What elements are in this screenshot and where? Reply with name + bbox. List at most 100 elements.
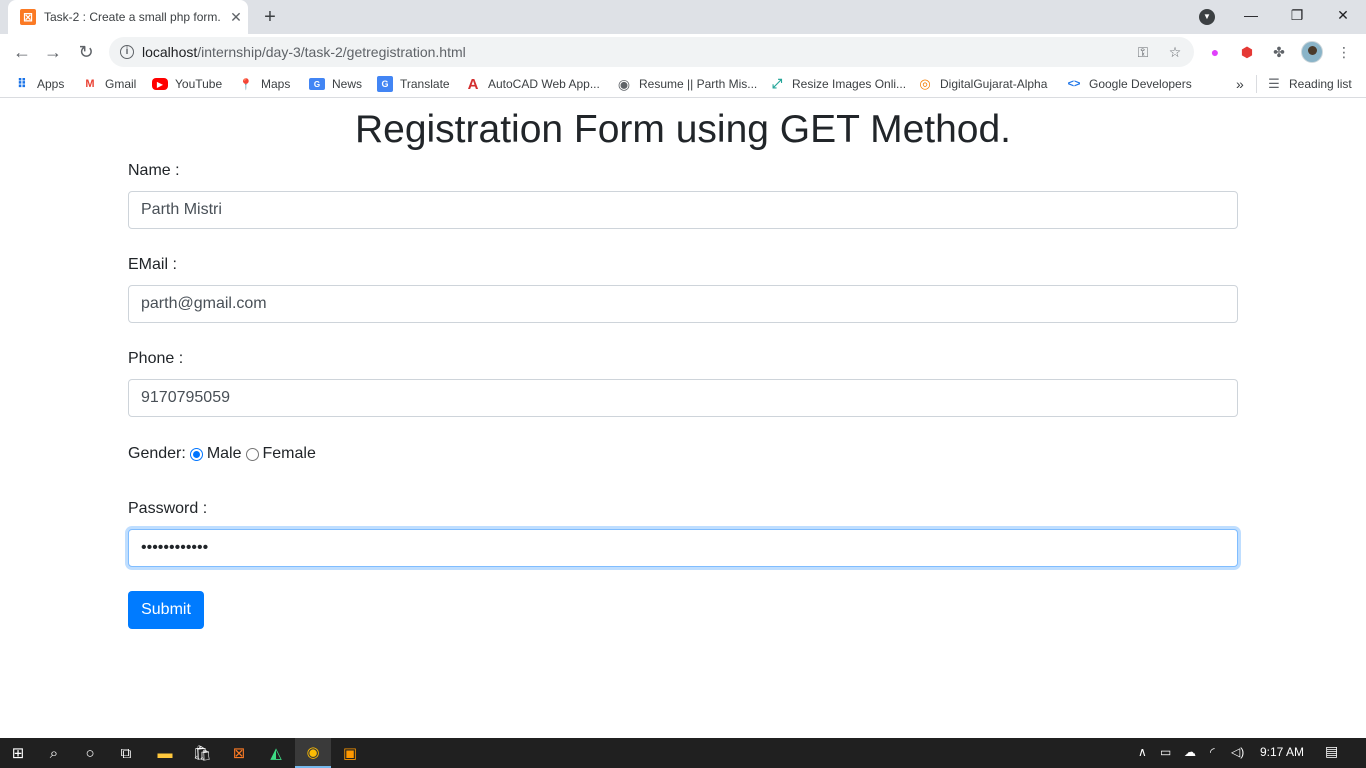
bookmark-google-developers[interactable]: <> Google Developers [1066,75,1192,93]
cortana-icon[interactable]: ○ [72,738,108,768]
avatar[interactable] [1301,41,1323,63]
xampp-taskbar-icon[interactable]: ⊠ [221,738,257,768]
new-tab-button[interactable]: + [259,6,281,28]
reload-icon[interactable]: ↻ [74,40,98,64]
gender-male-radio[interactable] [189,447,203,461]
key-icon[interactable]: ⚿ [1134,43,1152,61]
autocad-icon: A [467,75,479,93]
address-bar[interactable]: i localhost/internship/day-3/task-2/getr… [109,37,1194,67]
restore-icon[interactable]: ❐ [1274,0,1320,30]
name-label: Name : [128,162,180,179]
browser-tab[interactable]: ⊠ Task-2 : Create a small php form. ✕ [8,0,248,34]
bookmarks-bar: ⠿ Apps M Gmail ▶ YouTube 📍 Maps G News G… [0,70,1366,98]
reading-list-button[interactable]: ☰ Reading list [1266,75,1352,93]
email-field[interactable]: parth@gmail.com [128,285,1238,323]
bookmarks-divider [1256,75,1257,93]
reading-list-icon: ☰ [1268,76,1280,91]
gender-group: Gender: Male Female [128,444,316,464]
email-label: EMail : [128,256,177,273]
bookmark-news[interactable]: G News [309,75,362,93]
password-field[interactable]: •••••••••••• [128,529,1238,567]
windows-start-icon[interactable]: ⊞ [0,738,36,768]
task-view-icon[interactable]: ⧉ [108,738,144,768]
bookmark-translate[interactable]: G Translate [377,75,450,93]
minimize-icon[interactable]: — [1228,0,1274,30]
bookmark-label: Gmail [105,77,137,91]
color-wheel-extension-icon[interactable]: ● [1205,42,1225,62]
back-icon[interactable]: ← [10,40,34,64]
info-icon[interactable]: i [120,45,134,59]
bookmark-label: Resume || Parth Mis... [639,77,758,91]
gender-label: Gender: [128,445,186,462]
bookmark-resume[interactable]: ◉ Resume || Parth Mis... [616,75,757,93]
xampp-icon: ⊠ [20,9,36,25]
store-icon[interactable]: 🛍 [184,738,220,768]
chrome-taskbar-icon[interactable]: ◉ [295,738,331,768]
gender-female-label: Female [262,445,316,462]
bookmark-label: Maps [261,77,291,91]
windows-taskbar: ⊞ ⌕ ○ ⧉ ▬ 🛍 ⊠ ◭ ◉ ▣ ∧ ▭ ☁ ◜ ◁) 9:17 AM ▤ [0,738,1366,768]
resize-icon: ⤢ [771,76,783,91]
gmail-icon: M [85,78,95,90]
apps-grid-icon: ⠿ [16,76,28,91]
clock[interactable]: 9:17 AM [1260,745,1304,759]
bookmark-label: Apps [37,77,65,91]
phone-field[interactable]: 9170795059 [128,379,1238,417]
gender-female-radio[interactable] [245,447,259,461]
tab-title: Task-2 : Create a small php form. [44,10,221,24]
battery-icon[interactable]: ▭ [1160,745,1171,759]
bookmark-digitalgujarat[interactable]: ◎ DigitalGujarat-Alpha [917,75,1047,93]
globe-icon: ◉ [617,75,631,92]
browser-toolbar: ← → ↻ i localhost/internship/day-3/task-… [0,34,1366,70]
show-hidden-icons-icon[interactable]: ∧ [1138,745,1147,759]
bookmark-label: Google Developers [1089,77,1192,91]
name-field[interactable]: Parth Mistri [128,191,1238,229]
gender-male-label: Male [206,445,242,462]
close-window-icon[interactable]: ✕ [1320,0,1366,30]
youtube-icon: ▶ [152,78,168,90]
reading-list-label: Reading list [1289,77,1352,91]
url-text[interactable]: localhost/internship/day-3/task-2/getreg… [142,44,466,60]
page-title: Registration Form using GET Method. [354,108,1012,151]
submit-button[interactable]: Submit [128,591,204,629]
extensions-puzzle-icon[interactable]: ✤ [1269,42,1289,62]
close-tab-icon[interactable]: ✕ [228,9,244,26]
bookmark-resize-images[interactable]: ⤢ Resize Images Onli... [769,75,906,93]
url-path: /internship/day-3/task-2/getregistration… [197,44,466,60]
bookmark-autocad[interactable]: A AutoCAD Web App... [465,75,600,93]
more-menu-icon[interactable]: ⋮ [1334,42,1354,62]
maps-icon: 📍 [239,78,253,91]
bookmark-label: YouTube [175,77,223,91]
page-content: Registration Form using GET Method. Name… [0,98,1366,738]
bookmark-label: News [332,77,363,91]
code-icon: <> [1067,78,1081,90]
translate-icon: G [377,76,393,92]
phone-label: Phone : [128,350,184,367]
sublime-text-icon[interactable]: ▣ [332,738,368,768]
url-host: localhost [142,44,198,60]
search-icon[interactable]: ⌕ [36,738,72,768]
browser-tab-strip: ⊠ Task-2 : Create a small php form. ✕ + … [0,0,1366,34]
bookmark-label: Resize Images Onli... [792,77,907,91]
wifi-icon[interactable]: ◜ [1210,745,1215,759]
star-icon[interactable]: ☆ [1166,43,1184,61]
bookmark-maps[interactable]: 📍 Maps [238,75,290,93]
more-bookmarks-button[interactable]: » [1236,75,1244,93]
onedrive-icon[interactable]: ☁ [1184,745,1196,759]
file-explorer-icon[interactable]: ▬ [147,738,183,768]
news-icon: G [309,78,325,90]
volume-icon[interactable]: ◁) [1231,745,1244,759]
notifications-icon[interactable]: ▤ [1325,743,1338,760]
adblock-extension-icon[interactable]: ⬢ [1237,42,1257,62]
password-label: Password : [128,500,208,517]
android-studio-icon[interactable]: ◭ [258,738,294,768]
bookmark-label: DigitalGujarat-Alpha [940,77,1048,91]
bookmark-gmail[interactable]: M Gmail [82,75,136,93]
digitalgujarat-icon: ◎ [919,76,931,91]
bookmark-apps[interactable]: ⠿ Apps [14,75,64,93]
forward-icon[interactable]: → [41,40,65,64]
bookmark-label: AutoCAD Web App... [488,77,600,91]
bookmark-label: Translate [400,77,450,91]
tab-search-icon[interactable]: ▼ [1199,9,1215,25]
bookmark-youtube[interactable]: ▶ YouTube [152,75,222,93]
